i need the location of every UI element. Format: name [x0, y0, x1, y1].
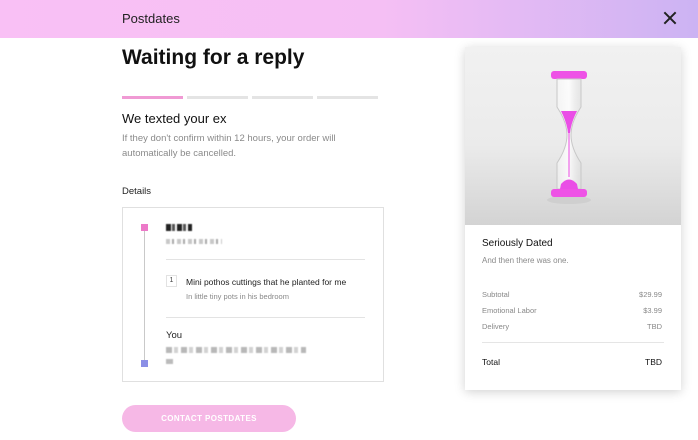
redacted-your-address — [166, 347, 306, 353]
status-description: If they don't confirm within 12 hours, y… — [122, 133, 336, 159]
summary-divider — [482, 342, 664, 343]
details-divider — [166, 317, 365, 318]
summary-row-value: $3.99 — [643, 306, 662, 315]
page-title: Waiting for a reply — [122, 46, 305, 69]
redacted-sender-name — [166, 224, 192, 231]
top-bar: Postdates — [0, 0, 698, 38]
progress-step-4 — [317, 96, 378, 99]
product-subtitle: And then there was one. — [482, 256, 569, 265]
progress-step-1 — [122, 96, 183, 99]
product-image — [465, 47, 681, 225]
timeline-end-marker — [141, 360, 148, 367]
summary-row-label: Delivery — [482, 322, 510, 331]
total-value: TBD — [645, 357, 662, 367]
redacted-your-address-line2 — [166, 359, 173, 364]
details-label: Details — [122, 186, 152, 197]
item-name: Mini pothos cuttings that he planted for… — [186, 277, 347, 287]
timeline-start-marker — [141, 224, 148, 231]
total-label: Total — [482, 357, 500, 367]
close-icon[interactable] — [660, 8, 680, 28]
summary-row-value: $29.99 — [639, 290, 662, 299]
details-box: 1 Mini pothos cuttings that he planted f… — [122, 207, 384, 382]
details-divider — [166, 259, 365, 260]
item-quantity: 1 — [166, 275, 177, 287]
order-summary-card: Seriously Dated And then there was one. … — [465, 47, 681, 390]
hourglass-icon — [547, 71, 591, 204]
progress-steps — [122, 96, 378, 99]
summary-row-delivery: Delivery TBD — [482, 322, 662, 331]
product-title: Seriously Dated — [482, 238, 553, 249]
summary-row-label: Emotional Labor — [482, 306, 537, 315]
contact-postdates-button[interactable]: CONTACT POSTDATES — [122, 405, 296, 432]
you-label: You — [166, 330, 183, 341]
summary-row-emotional-labor: Emotional Labor $3.99 — [482, 306, 662, 315]
summary-row-label: Subtotal — [482, 290, 510, 299]
progress-step-2 — [187, 96, 248, 99]
summary-total: Total TBD — [482, 357, 662, 367]
timeline-line — [144, 229, 145, 363]
summary-row-subtotal: Subtotal $29.99 — [482, 290, 662, 299]
progress-step-3 — [252, 96, 313, 99]
brand-name: Postdates — [122, 11, 180, 26]
summary-row-value: TBD — [647, 322, 662, 331]
status-title: We texted your ex — [122, 111, 227, 126]
redacted-sender-phone — [166, 239, 222, 244]
item-note: In little tiny pots in his bedroom — [186, 292, 289, 301]
